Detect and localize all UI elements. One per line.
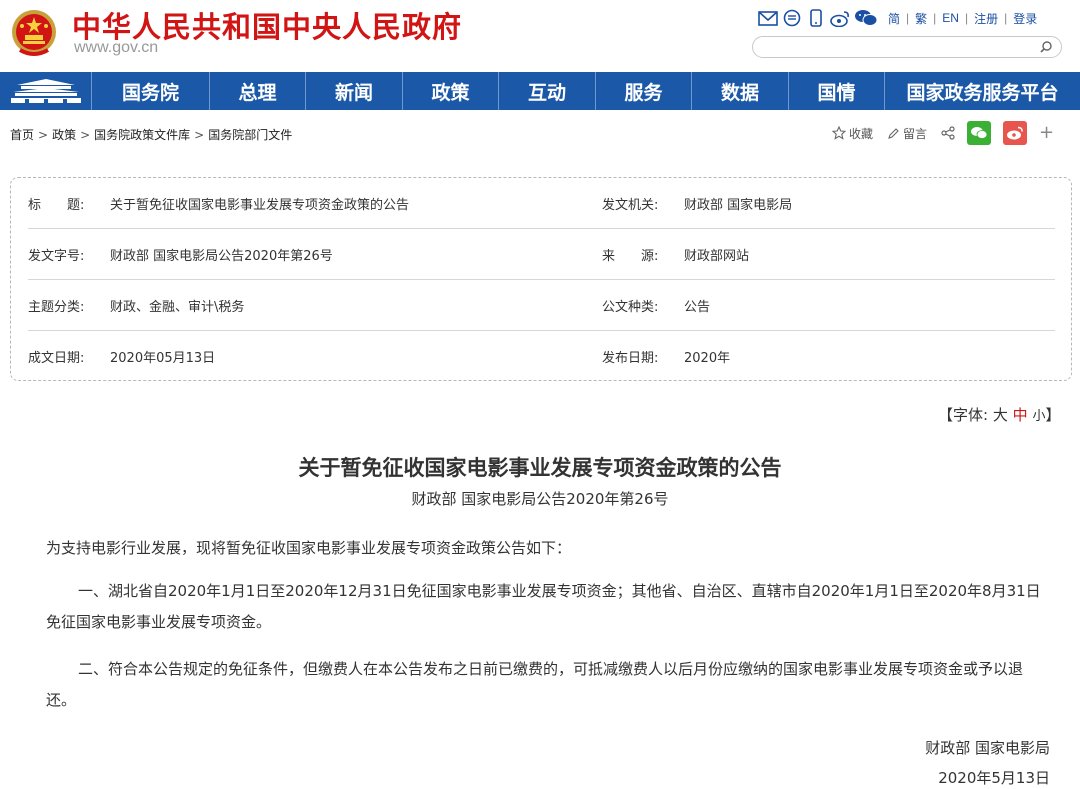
plus-icon[interactable]: + [1039, 124, 1054, 142]
article-signature: 财政部 国家电影局 [925, 739, 1050, 757]
breadcrumb-policy[interactable]: 政策 [52, 128, 76, 142]
info-label-publish-date: 发布日期: [602, 351, 659, 366]
font-size-medium-button[interactable]: 中 [1013, 406, 1028, 424]
article-date: 2020年5月13日 [938, 769, 1050, 787]
breadcrumb-separator: > [80, 128, 91, 142]
article-title: 关于暂免征收国家电影事业发展专项资金政策的公告 [298, 456, 782, 480]
comment-button[interactable]: 留言 [887, 125, 927, 142]
font-size-small-button[interactable]: 小 [1032, 409, 1045, 424]
document-info-box: 标 题: 关于暂免征收国家电影事业发展专项资金政策的公告 发文机关: 财政部 国… [10, 177, 1072, 381]
article-paragraph: 二、符合本公告规定的免征条件，但缴费人在本公告发布之日前已缴费的，可抵减缴费人以… [46, 660, 1024, 709]
wechat-icon [971, 127, 988, 139]
lang-simplified-link[interactable]: 简 [888, 10, 900, 27]
site-header: 中华人民共和国中央人民政府 www.gov.cn 简 | 繁 | EN | 注册… [0, 0, 1080, 72]
site-url[interactable]: www.gov.cn [74, 39, 158, 57]
article-subtitle: 财政部 国家电影局公告2020年第26号 [411, 490, 669, 508]
wechat-icon[interactable] [854, 9, 878, 27]
font-size-label-open: 【字体: [938, 406, 989, 424]
top-toolbar: 简 | 繁 | EN | 注册 | 登录 [758, 8, 1037, 28]
breadcrumb-home[interactable]: 首页 [10, 128, 34, 142]
nav-item-news[interactable]: 新闻 [306, 72, 403, 110]
info-row: 主题分类: 财政、金融、审计\税务 公文种类: 公告 [28, 280, 1055, 331]
info-label-issuer: 发文机关: [602, 198, 659, 213]
article-paragraph: 为支持电影行业发展，现将暂免征收国家电影事业发展专项资金政策公告如下： [46, 539, 572, 557]
info-value-written-date: 2020年05月13日 [110, 351, 216, 366]
message-icon[interactable] [782, 9, 802, 27]
weibo-icon [1007, 126, 1023, 140]
font-size-large-button[interactable]: 大 [993, 406, 1008, 424]
info-value-publish-date: 2020年 [684, 351, 731, 366]
info-value-issuer: 财政部 国家电影局 [684, 198, 793, 213]
comment-label: 留言 [903, 126, 928, 141]
search-box [752, 36, 1062, 58]
register-link[interactable]: 注册 [974, 10, 998, 27]
share-icon[interactable] [941, 126, 955, 140]
breadcrumb-separator: > [38, 128, 49, 142]
star-icon [832, 126, 846, 140]
breadcrumb-department-docs[interactable]: 国务院部门文件 [208, 128, 292, 142]
info-label-written-date: 成文日期: [28, 351, 85, 366]
font-size-label-close: 】 [1045, 406, 1061, 424]
top-links: 简 | 繁 | EN | 注册 | 登录 [888, 10, 1037, 27]
separator: | [933, 11, 937, 25]
share-wechat-button[interactable] [967, 121, 992, 145]
nav-item-policy[interactable]: 政策 [403, 72, 499, 110]
share-toolbar: 收藏 留言 + [832, 120, 1054, 146]
info-value-category: 财政、金融、审计\税务 [110, 300, 245, 315]
info-value-source: 财政部网站 [684, 249, 750, 264]
nav-item-services[interactable]: 服务 [596, 72, 692, 110]
info-label-title: 标 题: [28, 198, 85, 213]
main-nav: 国务院 总理 新闻 政策 互动 服务 数据 国情 国家政务服务平台 [0, 72, 1080, 110]
info-value-doc-type: 公告 [684, 300, 711, 315]
info-value-doc-number: 财政部 国家电影局公告2020年第26号 [110, 249, 333, 264]
font-size-switcher: 【字体: 大 中 小】 [938, 404, 1060, 425]
article-paragraph: 一、湖北省自2020年1月1日至2020年12月31日免征国家电影事业发展专项资… [46, 582, 1041, 631]
info-label-doc-type: 公文种类: [602, 300, 659, 315]
favorite-button[interactable]: 收藏 [832, 125, 873, 142]
favorite-label: 收藏 [849, 126, 874, 141]
info-label-doc-number: 发文字号: [28, 249, 85, 264]
separator: | [906, 11, 910, 25]
info-row: 标 题: 关于暂免征收国家电影事业发展专项资金政策的公告 发文机关: 财政部 国… [28, 178, 1055, 229]
nav-item-interaction[interactable]: 互动 [499, 72, 596, 110]
nav-item-premier[interactable]: 总理 [210, 72, 306, 110]
weibo-icon[interactable] [830, 9, 850, 27]
search-icon[interactable] [1039, 40, 1053, 54]
info-value-title: 关于暂免征收国家电影事业发展专项资金政策的公告 [110, 198, 410, 213]
breadcrumb-separator: > [194, 128, 205, 142]
login-link[interactable]: 登录 [1013, 10, 1037, 27]
pen-icon [888, 127, 899, 139]
mobile-icon[interactable] [806, 9, 826, 27]
info-label-source: 来 源: [602, 249, 659, 264]
separator: | [1004, 11, 1008, 25]
share-weibo-button[interactable] [1003, 121, 1028, 145]
nav-item-data[interactable]: 数据 [692, 72, 789, 110]
home-nav-logo[interactable] [0, 72, 92, 110]
email-icon[interactable] [758, 9, 778, 27]
emblem-icon [12, 10, 56, 56]
lang-traditional-link[interactable]: 繁 [915, 10, 927, 27]
nav-item-national-info[interactable]: 国情 [789, 72, 885, 110]
nav-item-state-council[interactable]: 国务院 [92, 72, 210, 110]
breadcrumb-policy-library[interactable]: 国务院政策文件库 [94, 128, 190, 142]
lang-english-link[interactable]: EN [942, 11, 959, 25]
info-label-category: 主题分类: [28, 300, 85, 315]
tiananmen-icon [10, 79, 81, 103]
search-input[interactable] [763, 38, 1033, 58]
separator: | [964, 11, 969, 25]
breadcrumb: 首页 > 政策 > 国务院政策文件库 > 国务院部门文件 [10, 126, 292, 143]
info-row: 发文字号: 财政部 国家电影局公告2020年第26号 来 源: 财政部网站 [28, 229, 1055, 280]
nav-item-gov-service-platform[interactable]: 国家政务服务平台 [885, 72, 1080, 110]
info-row: 成文日期: 2020年05月13日 发布日期: 2020年 [28, 331, 1055, 382]
